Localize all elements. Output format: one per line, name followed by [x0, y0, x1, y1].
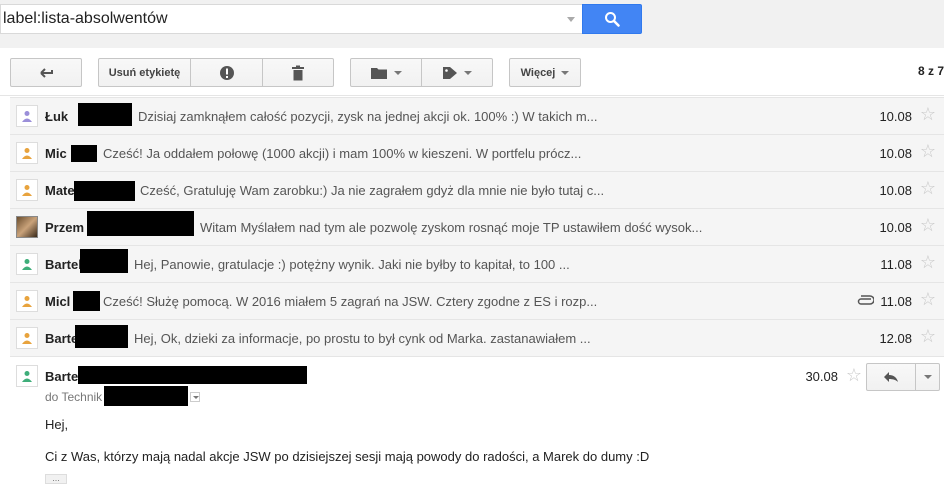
redaction: [74, 181, 135, 201]
thread-sender: Mate: [45, 183, 75, 198]
thread-snippet: Witam Myślałem nad tym ale pozwolę zysko…: [200, 220, 703, 235]
top-bar: [0, 0, 944, 48]
star-icon[interactable]: ☆: [920, 216, 936, 234]
thread-snippet: Cześć, Gratuluję Wam zarobku:) Ja nie za…: [140, 183, 605, 198]
thread-snippet: Cześć! Służę pomocą. W 2016 miałem 5 zag…: [103, 294, 598, 309]
person-icon: [22, 296, 32, 307]
remove-label-text: Usuń etykietę: [108, 66, 181, 79]
star-icon[interactable]: ☆: [920, 142, 936, 160]
thread-row[interactable]: Mic Cześć! Ja oddałem połowę (1000 akcji…: [10, 134, 944, 171]
avatar: [16, 105, 38, 127]
thread-date: 10.08: [879, 220, 912, 235]
thread-date: 12.08: [879, 331, 912, 346]
avatar: [16, 142, 38, 164]
move-to-button[interactable]: [350, 58, 422, 87]
thread-sender: Bartel: [45, 257, 82, 272]
thread-date: 10.08: [879, 183, 912, 198]
redaction: [75, 325, 128, 348]
show-trimmed-content-button[interactable]: ...: [45, 474, 67, 484]
reply-button[interactable]: [866, 363, 916, 391]
person-icon: [22, 185, 32, 196]
star-icon[interactable]: ☆: [920, 290, 936, 308]
thread-date: 10.08: [879, 109, 912, 124]
thread-sender: Mic: [45, 146, 67, 161]
pager-count: 8 z 7: [917, 64, 944, 78]
trash-icon: [292, 65, 304, 80]
person-icon: [22, 333, 32, 344]
expanded-message: Barte do Technik 30.08 ☆ Hej, Ci z Was, …: [10, 356, 944, 497]
thread-row[interactable]: Bartel Hej, Panowie, gratulacje :) potęż…: [10, 245, 944, 282]
thread-snippet: Hej, Ok, dzieki za informacje, po prostu…: [134, 331, 591, 346]
chevron-down-icon: [561, 70, 570, 75]
thread-snippet: Hej, Panowie, gratulacje :) potężny wyni…: [134, 257, 570, 272]
label-tag-icon: [443, 66, 457, 79]
attachment-paperclip-icon: [856, 292, 875, 308]
redaction: [80, 249, 128, 273]
thread-date: 11.08: [880, 294, 912, 309]
search-input[interactable]: [3, 9, 553, 29]
message-recipients: do Technik: [45, 390, 103, 404]
thread-sender: Barte: [45, 331, 79, 346]
chevron-down-icon: [394, 70, 402, 75]
thread-row[interactable]: Przem Witam Myślałem nad tym ale pozwolę…: [10, 208, 944, 245]
back-arrow-icon: [40, 67, 53, 78]
avatar: [16, 290, 38, 312]
avatar: [16, 365, 38, 387]
avatar: [16, 179, 38, 201]
message-date: 30.08: [805, 369, 838, 384]
labels-button[interactable]: [421, 58, 493, 87]
message-sender: Barte: [45, 369, 79, 384]
thread-date: 10.08: [879, 146, 912, 161]
thread-snippet: Cześć! Ja oddałem połowę (1000 akcji) i …: [103, 146, 582, 161]
message-greeting: Hej,: [45, 417, 69, 432]
redaction: [78, 366, 307, 384]
avatar: [16, 253, 38, 275]
star-icon[interactable]: ☆: [920, 105, 936, 123]
star-icon[interactable]: ☆: [920, 179, 936, 197]
exclamation-icon: [219, 65, 234, 80]
more-button-label: Więcej: [520, 66, 556, 79]
remove-label-button[interactable]: Usuń etykietę: [98, 58, 191, 87]
thread-row[interactable]: Mate Cześć, Gratuluję Wam zarobku:) Ja n…: [10, 171, 944, 208]
redaction: [87, 211, 194, 236]
more-button[interactable]: Więcej: [509, 58, 581, 87]
thread-row[interactable]: Micl Cześć! Służę pomocą. W 2016 miałem …: [10, 282, 944, 319]
back-button[interactable]: [10, 58, 82, 87]
thread-sender: Przem: [45, 220, 85, 235]
person-icon: [22, 111, 32, 122]
search-icon: [605, 12, 620, 27]
person-icon: [22, 259, 32, 270]
search-box[interactable]: [0, 4, 583, 34]
person-icon: [22, 148, 32, 159]
star-icon[interactable]: ☆: [846, 366, 862, 384]
toolbar: Usuń etykietę Więcej: [0, 48, 944, 96]
redaction: [78, 103, 132, 126]
recipient-details-dropdown[interactable]: [190, 392, 200, 402]
thread-snippet: Dzisiaj zamknąłem całość pozycji, zysk n…: [138, 109, 598, 124]
avatar: [16, 327, 38, 349]
chevron-down-icon: [464, 70, 472, 75]
folder-icon: [371, 67, 387, 79]
redaction: [71, 145, 97, 162]
redaction: [104, 386, 188, 406]
thread-row[interactable]: Łuk Dzisiaj zamknąłem całość pozycji, zy…: [10, 97, 944, 134]
message-more-button[interactable]: [915, 363, 940, 391]
chevron-down-icon: [923, 375, 932, 379]
thread-date: 11.08: [880, 257, 912, 272]
star-icon[interactable]: ☆: [920, 253, 936, 271]
delete-button[interactable]: [262, 58, 334, 87]
reply-arrow-icon: [884, 372, 898, 382]
redaction: [73, 291, 100, 311]
report-spam-button[interactable]: [190, 58, 263, 87]
person-icon: [22, 371, 32, 382]
thread-sender: Micl: [45, 294, 71, 309]
thread-row[interactable]: Barte Hej, Ok, dzieki za informacje, po …: [10, 319, 944, 356]
star-icon[interactable]: ☆: [920, 327, 936, 345]
avatar-photo: [16, 216, 38, 238]
message-body: Ci z Was, którzy mają nadal akcje JSW po…: [45, 449, 650, 464]
thread-sender: Łuk: [45, 109, 69, 124]
search-options-caret-icon[interactable]: [567, 17, 575, 22]
search-button[interactable]: [582, 4, 642, 34]
